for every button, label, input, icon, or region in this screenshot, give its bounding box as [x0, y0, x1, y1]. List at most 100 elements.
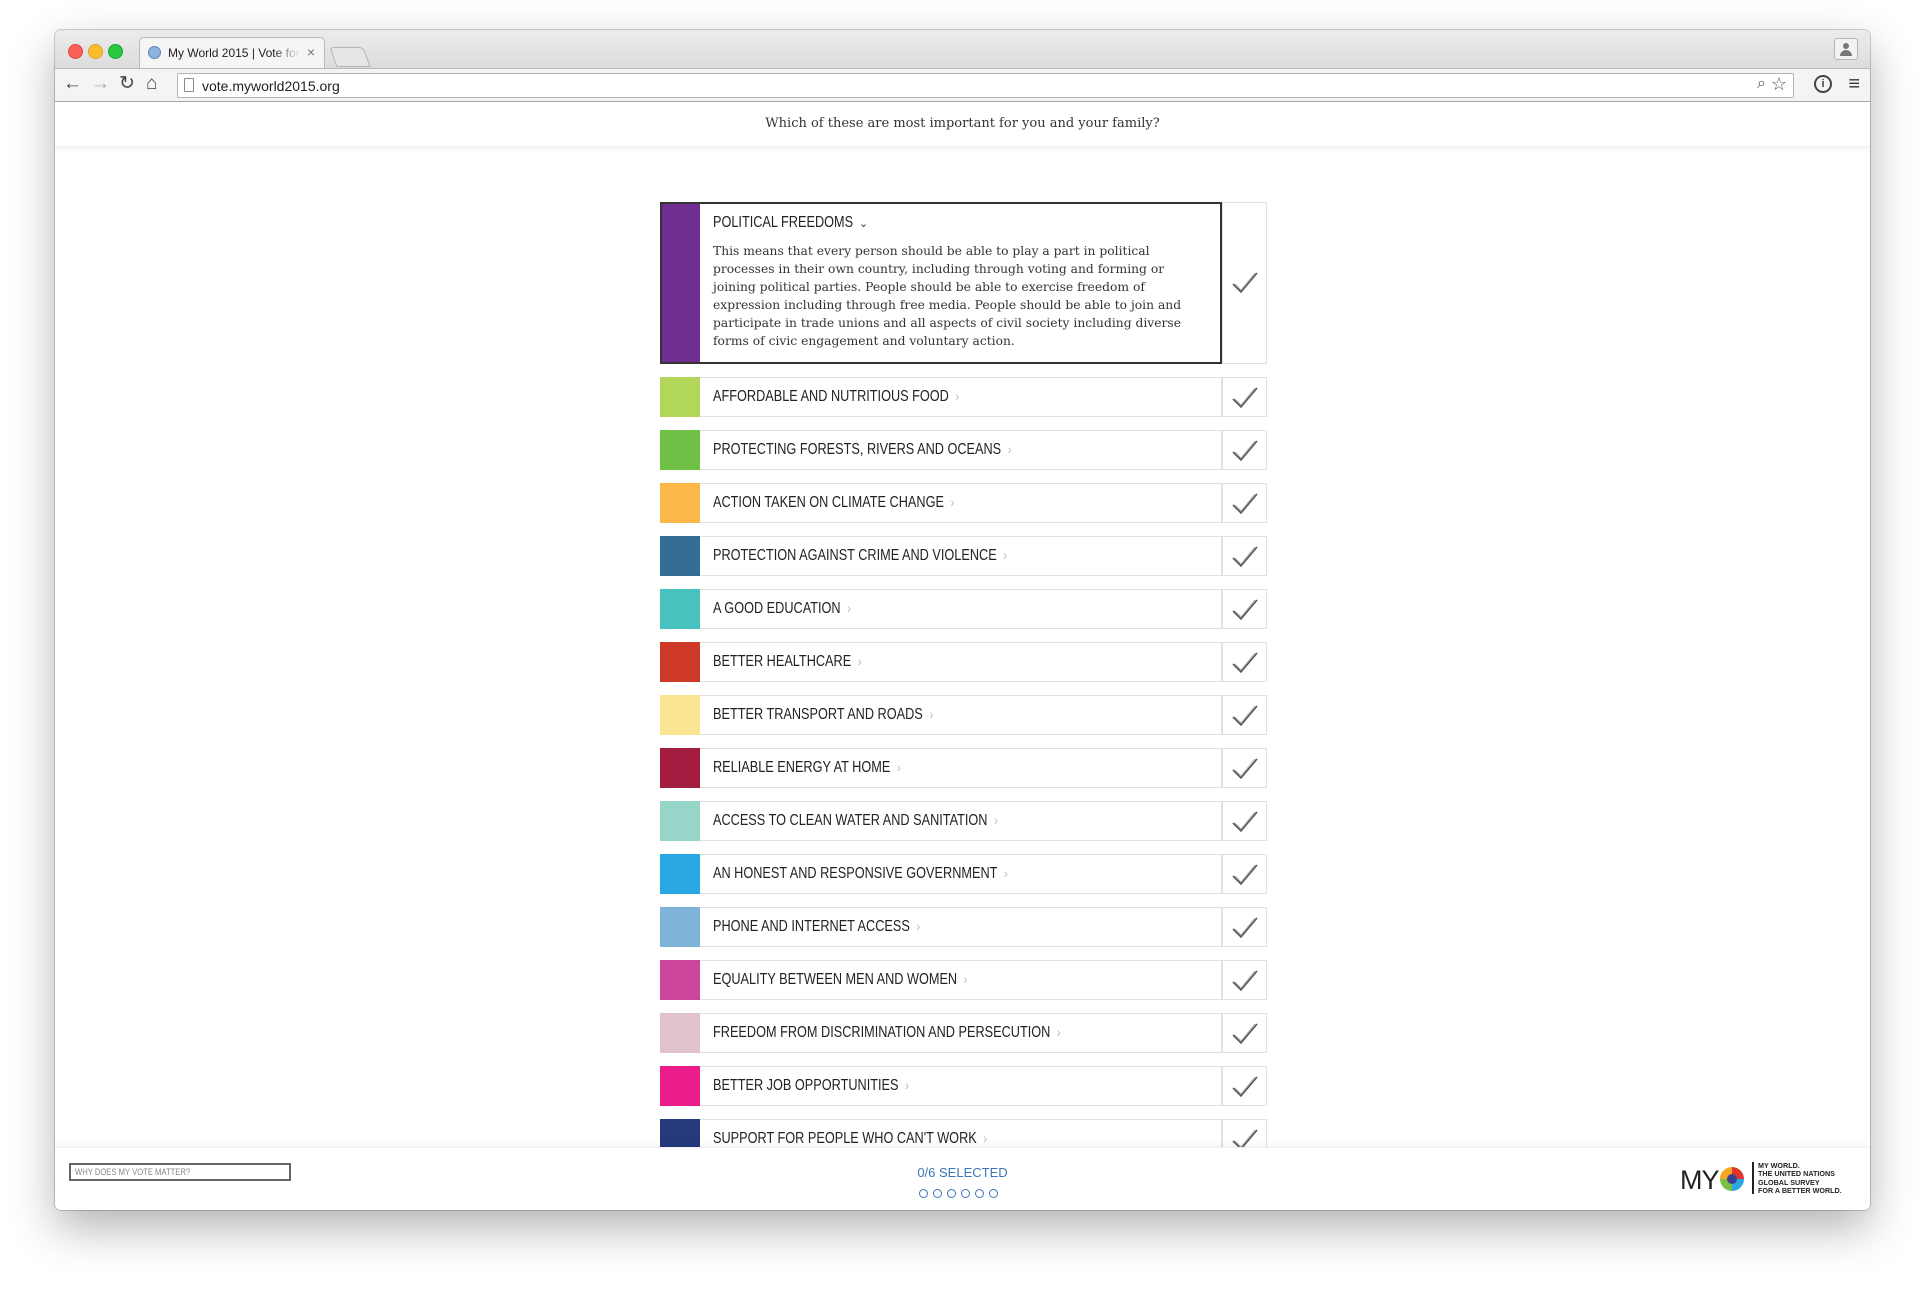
checkmark-icon [1232, 864, 1258, 886]
select-checkmark-button[interactable] [1222, 536, 1267, 576]
priority-item[interactable]: Protecting forests, rivers and oceans › [660, 430, 1267, 470]
priority-color-swatch [660, 801, 700, 841]
checkmark-icon [1232, 1076, 1258, 1098]
priority-color-swatch [660, 854, 700, 894]
url-text[interactable]: vote.myworld2015.org [202, 78, 340, 94]
select-checkmark-button[interactable] [1222, 642, 1267, 682]
selection-dot [989, 1189, 998, 1198]
checkmark-icon [1232, 599, 1258, 621]
home-icon[interactable]: ⌂ [146, 73, 157, 95]
priority-label: Support for people who can't work › [713, 1130, 987, 1148]
priority-expand-toggle[interactable]: A good education › [700, 589, 1222, 629]
priority-color-swatch [660, 536, 700, 576]
priority-label: Reliable energy at home › [713, 759, 901, 777]
priority-color-swatch [660, 483, 700, 523]
browser-tab[interactable]: My World 2015 | Vote for the world you w… [139, 37, 325, 68]
priority-item[interactable]: An honest and responsive government › [660, 854, 1267, 894]
search-icon[interactable]: ⌕ [1757, 75, 1766, 93]
priority-item[interactable]: Phone and internet access › [660, 907, 1267, 947]
minimize-window-button[interactable] [88, 44, 103, 59]
browser-toolbar: ← → ↻ ⌂ vote.myworld2015.org ⌕ ☆ i ≡ [55, 68, 1870, 102]
priority-item[interactable]: Affordable and nutritious food › [660, 377, 1267, 417]
priority-item[interactable]: Political freedoms ⌄ This means that every… [660, 202, 1267, 364]
select-checkmark-button[interactable] [1222, 854, 1267, 894]
chevron-right-icon: › [994, 812, 998, 828]
chevron-right-icon: › [1003, 547, 1008, 563]
priority-label-text: Reliable energy at home [713, 759, 891, 776]
priority-label-text: Better job opportunities [713, 1077, 899, 1094]
selection-dot [975, 1189, 984, 1198]
priority-label: Protection against crime and violence › [713, 547, 1007, 565]
extension-info-icon[interactable]: i [1814, 75, 1832, 93]
new-tab-button[interactable] [329, 47, 371, 67]
question-header: Which of these are most important for yo… [55, 102, 1870, 147]
priority-expand-toggle[interactable]: Political freedoms ⌄ This means that every… [700, 202, 1222, 364]
priority-label: Freedom from discrimination and persecut… [713, 1024, 1061, 1042]
priority-item[interactable]: Better transport and roads › [660, 695, 1267, 735]
close-window-button[interactable] [68, 44, 83, 59]
close-tab-icon[interactable]: × [307, 44, 315, 60]
chevron-right-icon: › [857, 653, 862, 669]
priority-item[interactable]: Reliable energy at home › [660, 748, 1267, 788]
priority-color-swatch [660, 695, 700, 735]
select-checkmark-button[interactable] [1222, 907, 1267, 947]
priority-item[interactable]: Better job opportunities › [660, 1066, 1267, 1106]
bookmark-star-icon[interactable]: ☆ [1771, 74, 1787, 95]
select-checkmark-button[interactable] [1222, 1013, 1267, 1053]
priority-expand-toggle[interactable]: An honest and responsive government › [700, 854, 1222, 894]
checkmark-icon [1232, 1023, 1258, 1045]
select-checkmark-button[interactable] [1222, 377, 1267, 417]
select-checkmark-button[interactable] [1222, 430, 1267, 470]
priority-item[interactable]: Better healthcare › [660, 642, 1267, 682]
chevron-right-icon: › [929, 706, 934, 722]
select-checkmark-button[interactable] [1222, 801, 1267, 841]
priority-expand-toggle[interactable]: Phone and internet access › [700, 907, 1222, 947]
priority-color-swatch [660, 907, 700, 947]
select-checkmark-button[interactable] [1222, 695, 1267, 735]
myworld-logo[interactable]: MY MY WORLD. THE UNITED NATIONS GLOBAL SUR… [1680, 1160, 1855, 1195]
zoom-window-button[interactable] [108, 44, 123, 59]
select-checkmark-button[interactable] [1222, 1066, 1267, 1106]
priority-description: This means that every person should be a… [713, 244, 1182, 348]
priority-expand-toggle[interactable]: Protection against crime and violence › [700, 536, 1222, 576]
priority-expand-toggle[interactable]: Reliable energy at home › [700, 748, 1222, 788]
priority-label-text: Action taken on climate change [713, 494, 944, 511]
priority-item[interactable]: Action taken on climate change › [660, 483, 1267, 523]
priority-expand-toggle[interactable]: Protecting forests, rivers and oceans › [700, 430, 1222, 470]
priority-label: Better job opportunities › [713, 1077, 909, 1095]
priority-item[interactable]: Protection against crime and violence › [660, 536, 1267, 576]
priority-color-swatch [660, 589, 700, 629]
forward-arrow-icon[interactable]: → [91, 73, 110, 95]
priority-expand-toggle[interactable]: Affordable and nutritious food › [700, 377, 1222, 417]
logo-wordmark: MY [1680, 1165, 1719, 1195]
chevron-right-icon: › [963, 971, 968, 987]
selection-dot [919, 1189, 928, 1198]
profile-icon[interactable] [1834, 38, 1858, 60]
chevron-right-icon: › [905, 1077, 909, 1093]
checkmark-icon [1232, 917, 1258, 939]
select-checkmark-button[interactable] [1222, 960, 1267, 1000]
address-bar[interactable]: vote.myworld2015.org ⌕ ☆ [177, 73, 1794, 98]
chevron-right-icon: › [955, 388, 960, 404]
priority-expand-toggle[interactable]: Equality between men and women › [700, 960, 1222, 1000]
select-checkmark-button[interactable] [1222, 748, 1267, 788]
priority-list: Political freedoms ⌄ This means that every… [660, 202, 1267, 1172]
select-checkmark-button[interactable] [1222, 483, 1267, 523]
priority-expand-toggle[interactable]: Better transport and roads › [700, 695, 1222, 735]
priority-item[interactable]: Freedom from discrimination and persecut… [660, 1013, 1267, 1053]
select-checkmark-button[interactable] [1222, 589, 1267, 629]
priority-item[interactable]: Equality between men and women › [660, 960, 1267, 1000]
checkmark-icon [1232, 272, 1258, 294]
priority-expand-toggle[interactable]: Action taken on climate change › [700, 483, 1222, 523]
back-arrow-icon[interactable]: ← [63, 73, 82, 95]
priority-expand-toggle[interactable]: Freedom from discrimination and persecut… [700, 1013, 1222, 1053]
priority-item[interactable]: A good education › [660, 589, 1267, 629]
priority-expand-toggle[interactable]: Access to clean water and sanitation › [700, 801, 1222, 841]
select-checkmark-button[interactable] [1222, 202, 1267, 364]
priority-expand-toggle[interactable]: Better healthcare › [700, 642, 1222, 682]
reload-icon[interactable]: ↻ [119, 73, 135, 95]
priority-item[interactable]: Access to clean water and sanitation › [660, 801, 1267, 841]
priority-label-text: Affordable and nutritious food [713, 388, 949, 405]
priority-expand-toggle[interactable]: Better job opportunities › [700, 1066, 1222, 1106]
menu-icon[interactable]: ≡ [1848, 74, 1860, 94]
